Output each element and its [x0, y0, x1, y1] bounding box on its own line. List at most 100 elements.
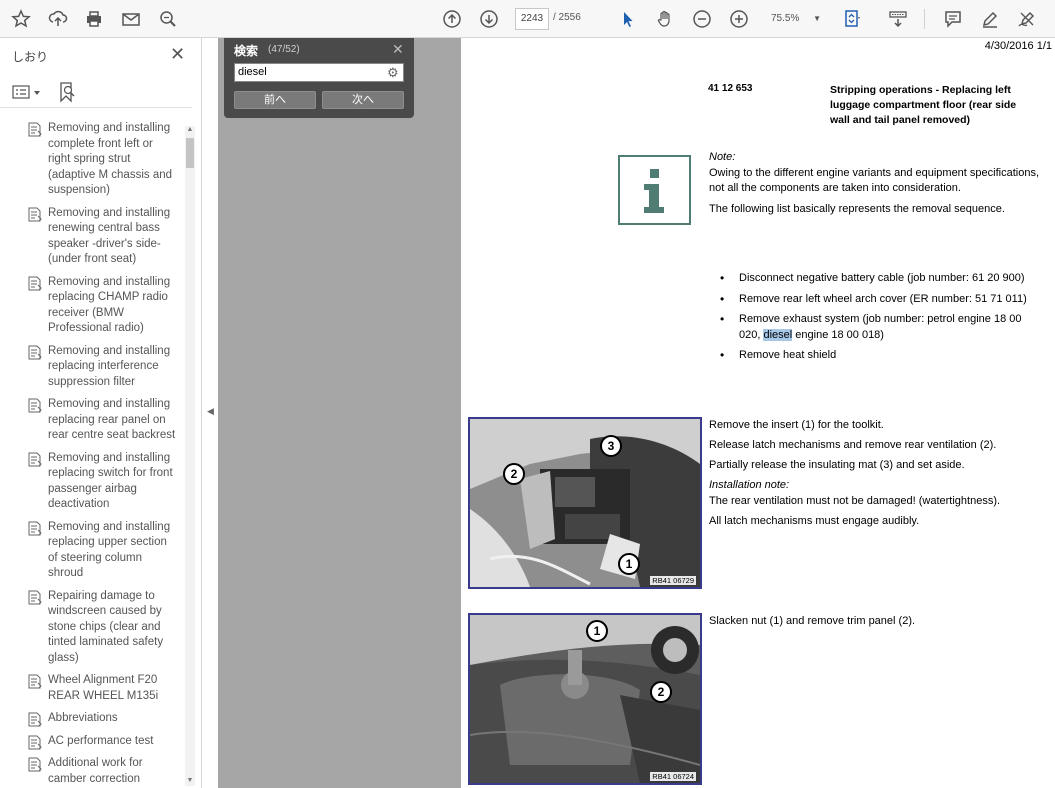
bookmark-page-icon — [28, 590, 42, 605]
collapse-panel-icon[interactable]: ◀ — [207, 406, 214, 417]
callout-1: 1 — [618, 553, 640, 575]
find-panel: 検索 (47/52) ✕ diesel ⚙ 前へ 次へ — [224, 38, 414, 118]
select-cursor-icon[interactable] — [614, 5, 642, 33]
bookmark-label: Abbreviations — [48, 712, 118, 724]
upload-icon[interactable] — [44, 5, 72, 33]
bookmark-page-icon — [28, 757, 42, 772]
callout-2: 2 — [503, 463, 525, 485]
bookmark-page-icon — [28, 452, 42, 467]
scroll-up-icon[interactable]: ▲ — [185, 126, 195, 133]
bookmark-label: Wheel Alignment F20 REAR WHEEL M135i — [48, 674, 159, 702]
bookmark-label: Removing and installing replacing rear p… — [48, 398, 176, 441]
bookmark-label: Removing and installing replacing upper … — [48, 520, 171, 580]
bookmark-item[interactable]: Additional work for camber correction — [0, 753, 184, 788]
info-icon — [618, 155, 691, 225]
step-text: Release latch mechanisms and remove rear… — [709, 439, 997, 451]
step-text: Slacken nut (1) and remove trim panel (2… — [709, 615, 916, 627]
bookmark-page-icon — [28, 276, 42, 291]
list-item: Remove rear left wheel arch cover (ER nu… — [720, 292, 1040, 308]
find-input[interactable]: diesel — [234, 63, 404, 82]
page-date: 4/30/2016 1/1 — [984, 40, 1052, 52]
figure-trim-panel: 1 2 RB41 06724 — [468, 613, 702, 785]
zoom-out-icon[interactable] — [688, 5, 716, 33]
find-result-count: (47/52) — [268, 44, 300, 55]
bullet-text: engine 18 00 018) — [792, 328, 884, 341]
find-title: 検索 — [234, 44, 259, 58]
bookmark-item[interactable]: Wheel Alignment F20 REAR WHEEL M135i — [0, 670, 184, 708]
step-block-1: Remove the insert (1) for the toolkit. R… — [709, 418, 1039, 534]
bookmark-label: Removing and installing replacing CHAMP … — [48, 275, 171, 335]
zoom-in-icon[interactable] — [725, 5, 753, 33]
list-item: Remove exhaust system (job number: petro… — [720, 312, 1040, 343]
bookmark-page-icon — [28, 122, 42, 137]
bookmark-page-icon — [28, 712, 42, 727]
chevron-down-icon: ▼ — [813, 14, 821, 23]
bookmark-label: Repairing damage to windscreen caused by… — [48, 589, 164, 664]
callout-1: 1 — [586, 620, 608, 642]
email-icon[interactable] — [117, 5, 145, 33]
find-icon[interactable] — [154, 5, 182, 33]
fit-page-icon[interactable] — [838, 5, 866, 33]
bookmark-item[interactable]: Removing and installing replacing CHAMP … — [0, 272, 184, 341]
step-block-2: Slacken nut (1) and remove trim panel (2… — [709, 614, 1039, 634]
list-item: Remove heat shield — [720, 348, 1040, 364]
page-title: Stripping operations - Replacing left lu… — [830, 84, 1017, 126]
gear-icon[interactable]: ⚙ — [387, 65, 399, 81]
hand-tool-icon[interactable] — [651, 5, 679, 33]
bookmark-label: AC performance test — [48, 734, 154, 747]
bookmark-item[interactable]: Repairing damage to windscreen caused by… — [0, 586, 184, 671]
close-icon[interactable]: ✕ — [170, 44, 185, 64]
bookmark-star-icon[interactable] — [7, 5, 35, 33]
bookmarks-scrollbar[interactable]: ▲ ▼ — [185, 126, 195, 786]
bookmark-item[interactable]: Removing and installing replacing rear p… — [0, 394, 184, 448]
print-icon[interactable] — [80, 5, 108, 33]
previous-page-icon[interactable] — [438, 5, 466, 33]
bookmarks-panel: しおり ✕ Removing and installing complete f… — [0, 38, 202, 788]
zoom-select[interactable]: 75.5% ▼ — [763, 8, 825, 30]
figure-reference: RB41 06729 — [650, 576, 696, 585]
callout-2: 2 — [650, 681, 672, 703]
bookmarks-title: しおり — [12, 50, 49, 64]
bookmark-page-icon — [28, 345, 42, 360]
photo-luggage-compartment — [470, 419, 700, 587]
bookmark-list: Removing and installing complete front l… — [0, 118, 184, 788]
bookmarks-toolbar — [0, 76, 192, 108]
scroll-mode-icon[interactable] — [884, 5, 912, 33]
sign-icon[interactable] — [1013, 5, 1041, 33]
bookmark-item[interactable]: Removing and installing replacing interf… — [0, 341, 184, 395]
note-block: Note: Owing to the different engine vari… — [709, 150, 1039, 217]
note-text: Owing to the different engine variants a… — [709, 166, 1039, 195]
repair-code: 41 12 653 — [708, 83, 753, 94]
figure-reference: RB41 06724 — [650, 772, 696, 781]
bookmark-item[interactable]: AC performance test — [0, 731, 184, 754]
bookmark-search-icon[interactable] — [58, 81, 78, 108]
zoom-value: 75.5% — [771, 13, 800, 24]
callout-3: 3 — [600, 435, 622, 457]
step-text: Partially release the insulating mat (3)… — [709, 459, 965, 471]
note-label: Note: — [709, 151, 736, 163]
find-next-button[interactable]: 次へ — [322, 91, 404, 109]
next-page-icon[interactable] — [475, 5, 503, 33]
bookmark-label: Removing and installing replacing interf… — [48, 344, 171, 388]
options-menu-icon[interactable] — [12, 84, 42, 105]
page-number-input[interactable]: 2243 — [515, 8, 549, 30]
bookmark-item[interactable]: Removing and installing complete front l… — [0, 118, 184, 203]
scroll-down-icon[interactable]: ▼ — [185, 777, 195, 784]
installation-note-label: Installation note: — [709, 479, 790, 491]
document-canvas — [218, 38, 461, 788]
comment-icon[interactable] — [939, 5, 967, 33]
close-icon[interactable]: ✕ — [392, 41, 404, 58]
scroll-thumb[interactable] — [186, 138, 194, 168]
bookmark-item[interactable]: Removing and installing renewing central… — [0, 203, 184, 272]
page-total: / 2556 — [553, 12, 581, 23]
search-highlight: diesel — [763, 328, 793, 341]
step-text: All latch mechanisms must engage audibly… — [709, 514, 920, 527]
panel-splitter[interactable]: ◀ — [203, 38, 218, 788]
bookmark-item[interactable]: Removing and installing replacing switch… — [0, 448, 184, 517]
bookmark-page-icon — [28, 674, 42, 689]
bookmark-label: Removing and installing complete front l… — [48, 122, 173, 196]
bookmark-item[interactable]: Removing and installing replacing upper … — [0, 517, 184, 586]
bookmark-item[interactable]: Abbreviations — [0, 708, 184, 731]
highlight-pen-icon[interactable] — [976, 5, 1004, 33]
find-previous-button[interactable]: 前へ — [234, 91, 316, 109]
